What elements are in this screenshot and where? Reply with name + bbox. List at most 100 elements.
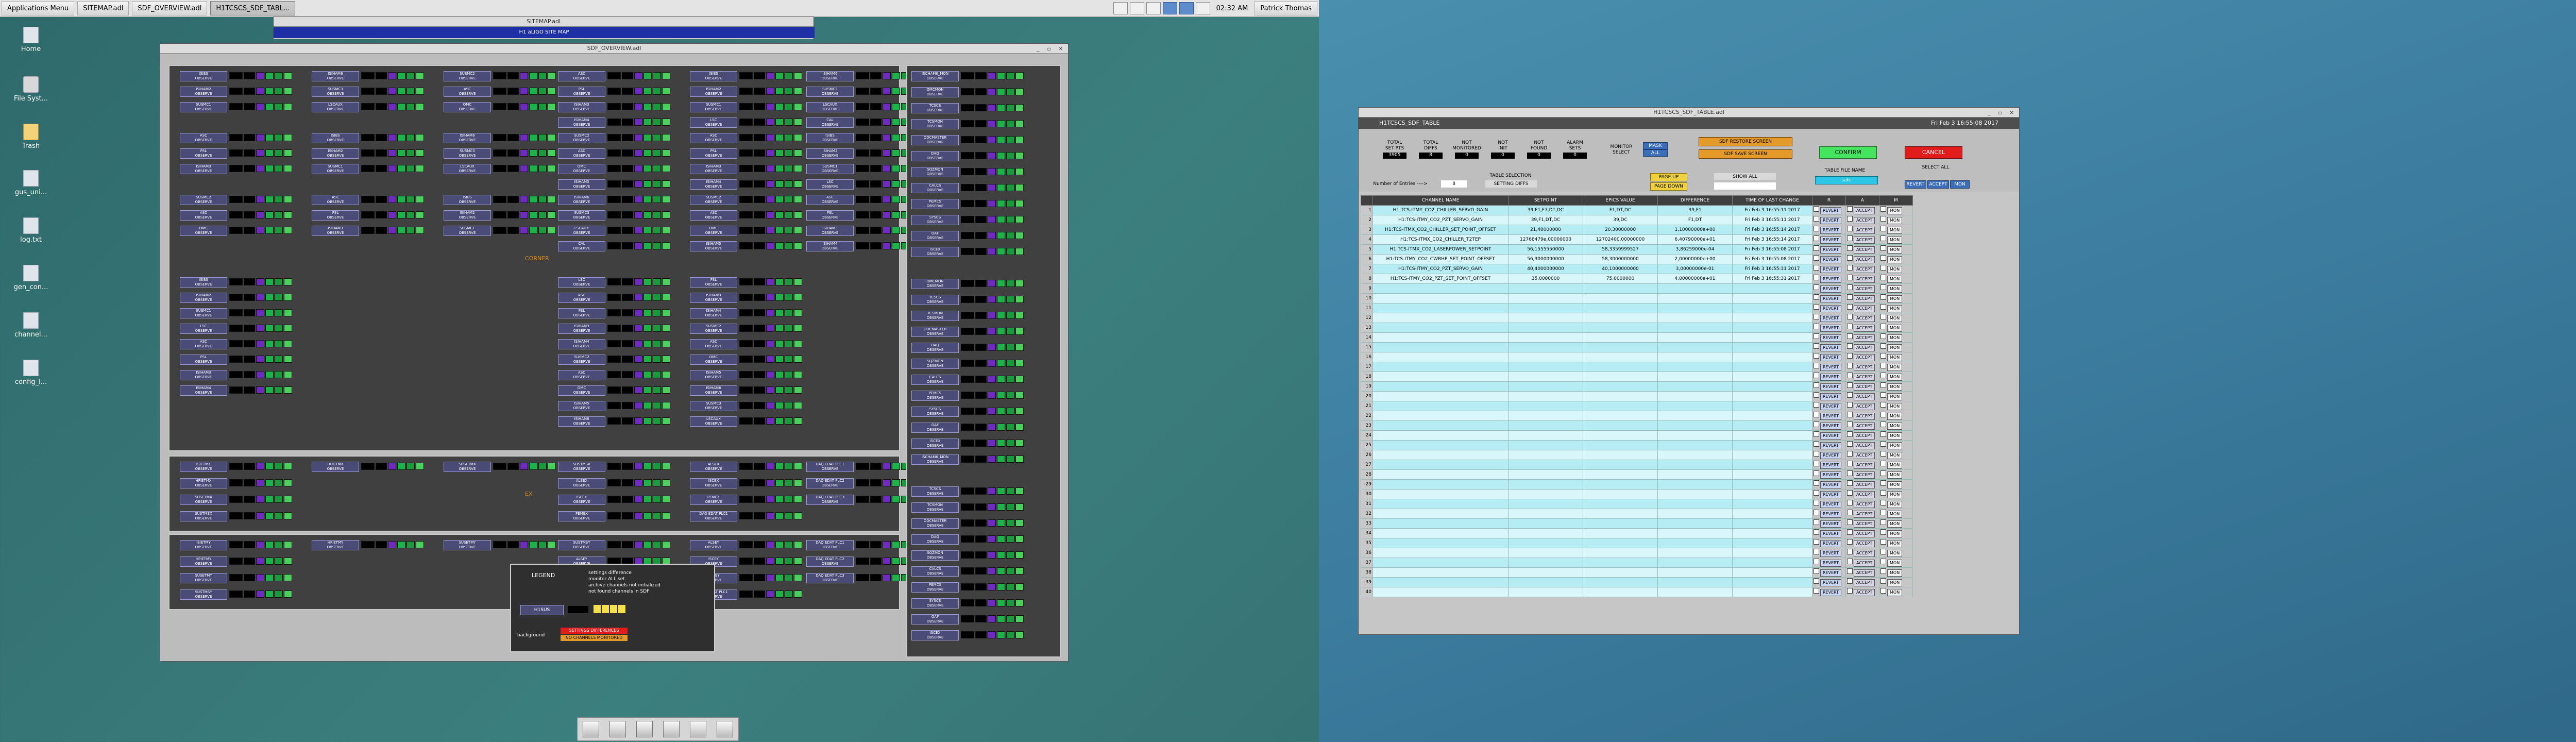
model-status-unit[interactable]: HPIETMX OBSERVE [180, 478, 298, 488]
model-label[interactable]: ISIHAM4 OBSERVE [180, 385, 227, 396]
model-label[interactable]: LSCAUX OBSERVE [690, 416, 737, 427]
table-row[interactable]: 8 H1:TCS-ITMY_CO2_PZT_SET_POINT_OFFSET 35,… [1361, 274, 1913, 284]
checkbox[interactable] [1880, 284, 1886, 290]
model-label[interactable]: ISIHAM3 OBSERVE [806, 226, 854, 236]
model-status-unit[interactable]: SUSMC2 OBSERVE [180, 195, 298, 205]
model-status-unit[interactable]: PSL OBSERVE [312, 210, 430, 221]
model-status-unit[interactable]: ISIHAM4 OBSERVE [558, 339, 676, 349]
table-row[interactable]: 17 REVERT ACCEPT MON [1361, 362, 1913, 372]
model-status-unit[interactable]: ISIHAM4 OBSERVE [558, 117, 676, 128]
model-status-unit[interactable]: ISIHAM3 OBSERVE [312, 226, 430, 236]
table-row[interactable]: 11 REVERT ACCEPT MON [1361, 303, 1913, 313]
monitor-all-button[interactable]: ALL [1643, 149, 1668, 157]
task-sitemap[interactable]: SITEMAP.adl [77, 1, 129, 15]
show-all-field[interactable] [1714, 182, 1776, 190]
checkbox[interactable] [1814, 235, 1819, 241]
checkbox[interactable] [1880, 451, 1886, 457]
accept-button[interactable]: ACCEPT [1854, 403, 1875, 410]
model-label[interactable]: ISCEX OBSERVE [690, 478, 737, 488]
model-label[interactable]: TCSMON OBSERVE [911, 311, 959, 321]
model-label[interactable]: ISIHAM4 OBSERVE [558, 339, 605, 349]
model-status-unit[interactable]: OMC OBSERVE [444, 102, 562, 112]
checkbox[interactable] [1814, 559, 1819, 564]
model-label[interactable]: TCSMON OBSERVE [911, 119, 959, 129]
model-label[interactable]: PEMEX OBSERVE [690, 495, 737, 505]
table-row[interactable]: 23 REVERT ACCEPT MON [1361, 420, 1913, 431]
table-row[interactable]: 7 H1:TCS-ITMY_CO2_PZT_SERVO_GAIN 40,400000… [1361, 264, 1913, 274]
checkbox[interactable] [1880, 539, 1886, 545]
mon-button[interactable]: MON [1887, 295, 1903, 302]
model-status-unit[interactable]: ISIETMX OBSERVE [180, 462, 298, 472]
model-label[interactable]: OMCMON OBSERVE [911, 87, 959, 97]
select-all-accept-button[interactable]: ACCEPT [1927, 180, 1949, 189]
accept-button[interactable]: ACCEPT [1854, 383, 1875, 391]
mon-button[interactable]: MON [1887, 393, 1903, 400]
desktop-icon-file[interactable]: log.txt [10, 217, 52, 244]
model-label[interactable]: PEMEX OBSERVE [558, 511, 605, 521]
model-status-unit[interactable]: HPIETMX OBSERVE [312, 462, 430, 472]
accept-button[interactable]: ACCEPT [1854, 413, 1875, 420]
checkbox[interactable] [1847, 402, 1853, 408]
mon-button[interactable]: MON [1887, 276, 1903, 283]
mon-button[interactable]: MON [1887, 442, 1903, 449]
model-status-unit[interactable]: SUSMC2 OBSERVE [558, 133, 676, 143]
mon-button[interactable]: MON [1887, 217, 1903, 224]
model-label[interactable]: LSC OBSERVE [806, 179, 854, 190]
model-label[interactable]: PSL OBSERVE [690, 148, 737, 159]
model-status-unit[interactable]: ISIHAM6 OBSERVE [312, 71, 430, 81]
accept-button[interactable]: ACCEPT [1854, 295, 1875, 302]
model-label[interactable]: SUSETMY OBSERVE [180, 573, 227, 583]
accept-button[interactable]: ACCEPT [1854, 364, 1875, 371]
checkbox[interactable] [1847, 529, 1853, 535]
checkbox[interactable] [1814, 304, 1819, 310]
model-label[interactable]: ASC OBSERVE [444, 87, 491, 97]
model-status-unit[interactable]: ISCEX OBSERVE [911, 247, 1030, 257]
mon-button[interactable]: MON [1887, 305, 1903, 312]
checkbox[interactable] [1880, 568, 1886, 574]
model-label[interactable]: ASC OBSERVE [558, 71, 605, 81]
mon-button[interactable]: MON [1887, 315, 1903, 322]
model-status-unit[interactable]: ISIHAM3 OBSERVE [558, 102, 676, 112]
model-label[interactable]: ASC OBSERVE [180, 210, 227, 221]
revert-button[interactable]: REVERT [1820, 589, 1842, 596]
model-status-unit[interactable]: ISIHAM2 OBSERVE [180, 293, 298, 303]
checkbox[interactable] [1880, 314, 1886, 319]
model-label[interactable]: TCSCS OBSERVE [911, 103, 959, 113]
checkbox[interactable] [1880, 480, 1886, 486]
checkbox[interactable] [1814, 373, 1819, 378]
model-status-unit[interactable]: PSL OBSERVE [180, 148, 298, 159]
model-status-unit[interactable]: LSCAUX OBSERVE [690, 416, 808, 427]
model-status-unit[interactable]: SUSTMSX OBSERVE [558, 462, 676, 472]
checkbox[interactable] [1814, 470, 1819, 476]
model-status-unit[interactable]: SUSMC2 OBSERVE [690, 324, 808, 334]
model-label[interactable]: SQZMON OBSERVE [911, 167, 959, 177]
mon-button[interactable]: MON [1887, 383, 1903, 391]
checkbox[interactable] [1814, 382, 1819, 388]
table-row[interactable]: 30 REVERT ACCEPT MON [1361, 489, 1913, 499]
folder-icon[interactable] [717, 721, 733, 737]
model-status-unit[interactable]: SUSMC1 OBSERVE [312, 164, 430, 174]
checkbox[interactable] [1847, 353, 1853, 359]
model-label[interactable]: SUSETMY OBSERVE [444, 540, 491, 550]
confirm-button[interactable]: CONFIRM [1819, 146, 1877, 159]
checkbox[interactable] [1847, 519, 1853, 525]
model-label[interactable]: SUSMC1 OBSERVE [312, 164, 359, 174]
model-label[interactable]: SUSMC2 OBSERVE [558, 355, 605, 365]
checkbox[interactable] [1847, 216, 1853, 222]
model-label[interactable]: ISIHAM2 OBSERVE [180, 87, 227, 97]
checkbox[interactable] [1847, 255, 1853, 261]
model-label[interactable]: CALCS OBSERVE [911, 183, 959, 193]
table-row[interactable]: 19 REVERT ACCEPT MON [1361, 381, 1913, 392]
model-status-unit[interactable]: SUSMC3 OBSERVE [444, 148, 562, 159]
tray-stop-icon[interactable] [1113, 2, 1128, 14]
mon-button[interactable]: MON [1887, 550, 1903, 557]
checkbox[interactable] [1880, 559, 1886, 564]
table-row[interactable]: 37 REVERT ACCEPT MON [1361, 558, 1913, 568]
model-status-unit[interactable]: OMC OBSERVE [558, 385, 676, 396]
revert-button[interactable]: REVERT [1820, 550, 1842, 557]
model-label[interactable]: SUSETMX OBSERVE [444, 462, 491, 472]
model-label[interactable]: SUSMC2 OBSERVE [690, 195, 737, 205]
model-status-unit[interactable]: ASC OBSERVE [180, 210, 298, 221]
model-label[interactable]: SUSTMSY OBSERVE [180, 589, 227, 600]
show-all-dropdown[interactable]: SHOW ALL [1714, 173, 1776, 180]
